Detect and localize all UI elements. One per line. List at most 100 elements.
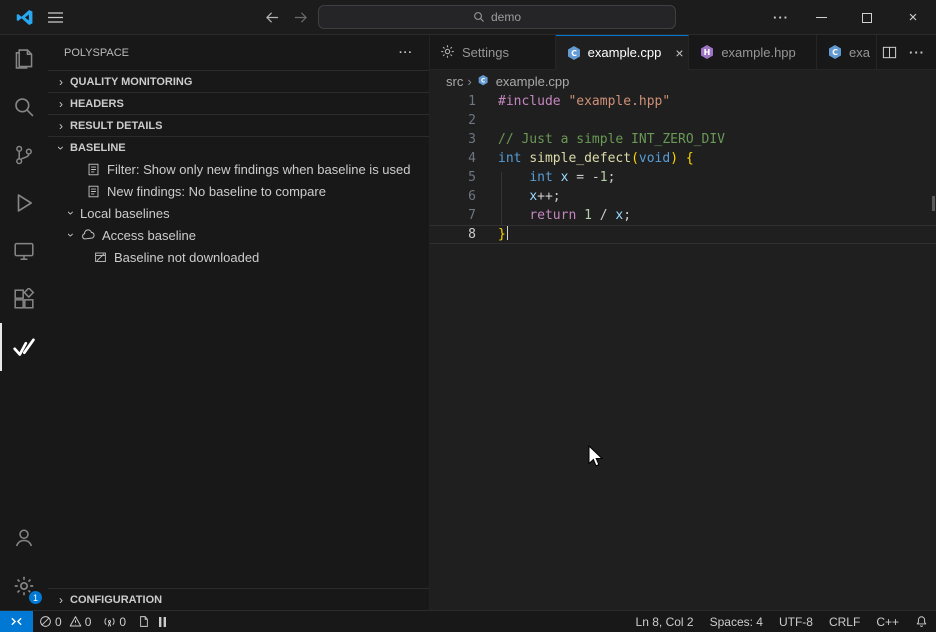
- indentation-button[interactable]: Spaces: 4: [702, 611, 771, 632]
- section-baseline[interactable]: › BASELINE: [48, 136, 429, 158]
- run-debug-icon: [13, 192, 35, 214]
- activitybar-source-control-button[interactable]: [0, 131, 48, 179]
- activitybar-polyspace-button[interactable]: [0, 323, 48, 371]
- code-token: 1: [584, 208, 592, 223]
- code-area[interactable]: 1 #include "example.hpp" 23// Just a simpl…: [430, 92, 936, 610]
- language-mode-button[interactable]: C++: [868, 611, 907, 632]
- code-line-text: #include "example.hpp": [498, 92, 670, 111]
- line-number[interactable]: 3: [430, 130, 476, 149]
- sidebar-more-actions-icon[interactable]: ···: [393, 45, 419, 61]
- ports-count: 0: [119, 615, 126, 629]
- chevron-right-icon: ›: [467, 74, 471, 89]
- section-result-details[interactable]: › RESULT DETAILS: [48, 114, 429, 136]
- line-number[interactable]: 7: [430, 206, 476, 225]
- sidebar-spacer: [48, 268, 429, 588]
- encoding-button[interactable]: UTF-8: [771, 611, 821, 632]
- section-label: RESULT DETAILS: [70, 120, 162, 132]
- ports-status-button[interactable]: 0: [97, 611, 132, 632]
- window-minimize-button[interactable]: [798, 0, 844, 35]
- back-arrow-icon[interactable]: [258, 0, 286, 35]
- files-icon: [13, 48, 35, 70]
- search-icon: [473, 11, 485, 23]
- polyspace-check-icon: [12, 335, 36, 359]
- tab-label: example.hpp: [721, 45, 795, 60]
- remote-indicator-button[interactable]: [0, 611, 33, 632]
- code-line[interactable]: 6 x++;: [430, 187, 936, 206]
- code-token: = -: [568, 170, 599, 185]
- titlebar-more-actions-icon[interactable]: ···: [766, 0, 796, 35]
- svg-text:C: C: [571, 49, 577, 58]
- vscode-logo-icon: [10, 0, 38, 35]
- tab-close-icon[interactable]: ×: [673, 45, 685, 61]
- window-close-button[interactable]: ×: [890, 0, 936, 35]
- breadcrumb-folder[interactable]: src: [446, 74, 463, 89]
- overview-ruler-marker: [932, 196, 935, 211]
- remote-icon: [10, 615, 23, 628]
- activitybar-explorer-button[interactable]: [0, 35, 48, 83]
- report-icon: [85, 161, 101, 177]
- code-line[interactable]: 1 #include "example.hpp": [430, 92, 936, 111]
- tree-item-baseline-filter[interactable]: Filter: Show only new findings when base…: [48, 158, 429, 180]
- section-label: QUALITY MONITORING: [70, 76, 192, 88]
- section-quality-monitoring[interactable]: › QUALITY MONITORING: [48, 70, 429, 92]
- code-line[interactable]: 7 return 1 / x;: [430, 206, 936, 225]
- section-headers[interactable]: › HEADERS: [48, 92, 429, 114]
- code-line[interactable]: 3// Just a simple INT_ZERO_DIV: [430, 130, 936, 149]
- tree-item-label: New findings: No baseline to compare: [107, 184, 326, 199]
- window-maximize-button[interactable]: [844, 0, 890, 35]
- line-number[interactable]: 1: [430, 92, 476, 111]
- activitybar-run-debug-button[interactable]: [0, 179, 48, 227]
- editor-more-actions-icon[interactable]: ···: [904, 42, 930, 63]
- extensions-icon: [13, 288, 35, 310]
- tab-settings[interactable]: Settings: [430, 35, 556, 69]
- tree-item-access-baseline[interactable]: › Access baseline: [48, 224, 429, 246]
- text-caret: [507, 226, 508, 240]
- tab-label: Settings: [462, 45, 509, 60]
- tab-example-cpp[interactable]: C example.cpp ×: [556, 35, 690, 70]
- code-token: ;: [623, 208, 631, 223]
- eol-button[interactable]: CRLF: [821, 611, 868, 632]
- code-line[interactable]: 5 int x = -1;: [430, 168, 936, 187]
- svg-text:C: C: [832, 48, 838, 57]
- tree-item-baseline-not-downloaded[interactable]: Baseline not downloaded: [48, 246, 429, 268]
- editor-group: Settings C example.cpp × H example.hpp: [430, 35, 936, 610]
- forward-arrow-icon[interactable]: [286, 0, 314, 35]
- line-number[interactable]: 4: [430, 149, 476, 168]
- tab-example-hpp[interactable]: H example.hpp: [689, 35, 817, 69]
- sidebar-title: POLYSPACE: [64, 47, 129, 59]
- activitybar-settings-button[interactable]: 1: [0, 562, 48, 610]
- split-editor-icon[interactable]: [877, 42, 902, 63]
- tab-label: exa: [849, 45, 870, 60]
- activitybar-extensions-button[interactable]: [0, 275, 48, 323]
- code-line[interactable]: 2: [430, 111, 936, 130]
- sidebar-polyspace: POLYSPACE ··· › QUALITY MONITORING › HEA…: [48, 35, 430, 610]
- activitybar-search-button[interactable]: [0, 83, 48, 131]
- menu-hamburger-icon[interactable]: [42, 0, 68, 35]
- code-token: ): [670, 151, 678, 166]
- code-token: void: [639, 151, 670, 166]
- maximize-icon: [862, 13, 872, 23]
- line-number[interactable]: 5: [430, 168, 476, 187]
- line-number[interactable]: 6: [430, 187, 476, 206]
- chevron-right-icon: ›: [52, 593, 70, 607]
- section-configuration[interactable]: › CONFIGURATION: [48, 588, 429, 610]
- indent-guide: [501, 172, 502, 225]
- cursor-position-button[interactable]: Ln 8, Col 2: [628, 611, 702, 632]
- tab-truncated[interactable]: C exa: [817, 35, 877, 69]
- activitybar-accounts-button[interactable]: [0, 514, 48, 562]
- breadcrumb-file[interactable]: example.cpp: [496, 74, 570, 89]
- line-number[interactable]: 2: [430, 111, 476, 130]
- code-token: int: [498, 151, 521, 166]
- activitybar-remote-explorer-button[interactable]: [0, 227, 48, 275]
- code-line[interactable]: 4int simple_defect(void) {: [430, 149, 936, 168]
- tree-item-new-findings[interactable]: New findings: No baseline to compare: [48, 180, 429, 202]
- notifications-button[interactable]: [907, 611, 936, 632]
- code-token: [678, 151, 686, 166]
- tree-item-local-baselines[interactable]: › Local baselines: [48, 202, 429, 224]
- report-icon: [85, 183, 101, 199]
- polyspace-run-status-button[interactable]: [132, 611, 173, 632]
- command-center-search[interactable]: demo: [318, 5, 676, 29]
- problems-status-button[interactable]: 0 0: [33, 611, 97, 632]
- line-number[interactable]: 8: [430, 226, 476, 243]
- code-line[interactable]: 8}: [430, 225, 936, 244]
